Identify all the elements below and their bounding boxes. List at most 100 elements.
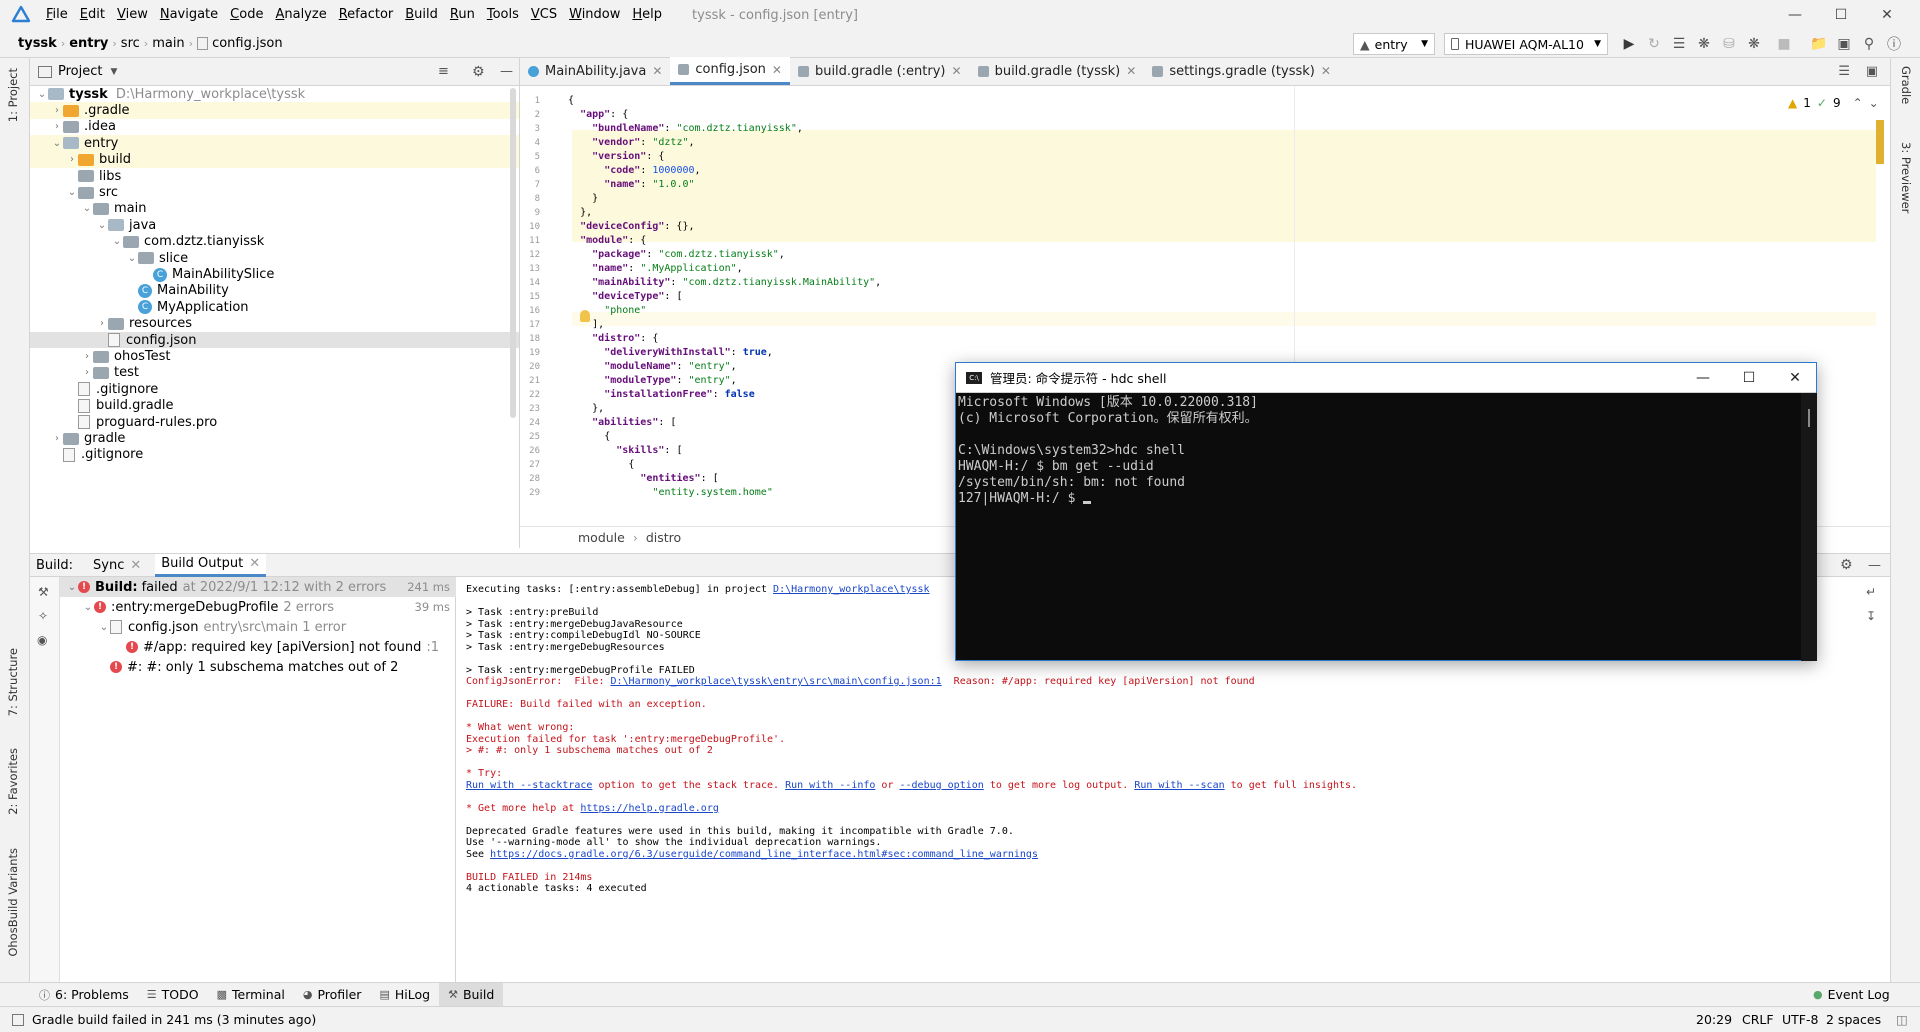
run-icon[interactable]: ▶ — [1620, 35, 1638, 53]
menu-refactor[interactable]: Refactor — [333, 0, 400, 30]
inspection-widget[interactable]: ▲ 1 ✓ 9 ⌃ ⌄ — [1788, 96, 1879, 110]
close-button[interactable]: ✕ — [1864, 0, 1910, 30]
build-tree-item[interactable]: ⌄ config.json entry\src\main 1 error — [60, 617, 456, 637]
chevron-down-icon[interactable]: ⌄ — [66, 187, 78, 198]
breadcrumb-item[interactable]: entry — [65, 36, 112, 51]
project-tree-item[interactable]: ⌄ tyssk D:\Harmony_workplace\tyssk — [30, 86, 519, 102]
project-tree-item[interactable]: .gitignore — [30, 381, 519, 397]
close-icon[interactable]: ✕ — [772, 63, 782, 77]
menu-help[interactable]: Help — [626, 0, 668, 30]
pin-icon[interactable]: ✧ — [38, 609, 48, 623]
minimize-button[interactable]: — — [1772, 0, 1818, 30]
tab-problems[interactable]: ⓘ 6: Problems — [30, 983, 138, 1007]
coverage-icon[interactable]: ⛁ — [1720, 35, 1738, 53]
tab-gradle[interactable]: Gradle — [1899, 66, 1913, 104]
editor-breadcrumb-distro[interactable]: distro — [646, 530, 681, 545]
soft-wrap-icon[interactable]: ↵ — [1866, 585, 1876, 599]
cmd-scrollbar-thumb[interactable] — [1808, 409, 1810, 427]
chevron-down-icon[interactable]: ⌄ — [66, 582, 78, 593]
build-output-link[interactable]: Run with --scan — [1134, 780, 1224, 791]
tab-project[interactable]: 1: Project — [6, 68, 20, 122]
project-tree-item[interactable]: build.gradle — [30, 398, 519, 414]
file-encoding[interactable]: UTF-8 — [1782, 1012, 1818, 1027]
help-icon[interactable]: ⓘ — [1885, 35, 1903, 53]
project-tree-item[interactable]: ⌄ slice — [30, 250, 519, 266]
device-manager-icon[interactable]: ▣ — [1835, 35, 1853, 53]
chevron-down-icon[interactable]: ⌄ — [81, 203, 93, 214]
menu-vcs[interactable]: VCS — [525, 0, 563, 30]
editor-tab[interactable]: build.gradle (tyssk) ✕ — [970, 57, 1145, 85]
search-icon[interactable]: ⚲ — [1860, 35, 1878, 53]
build-tree-item[interactable]: ! #: #: only 1 subschema matches out of 2 — [60, 657, 456, 677]
chevron-right-icon[interactable]: › — [51, 433, 63, 444]
close-icon[interactable]: ✕ — [952, 64, 962, 78]
cmd-maximize-button[interactable]: ☐ — [1726, 363, 1772, 393]
project-structure-icon[interactable]: 📁 — [1810, 35, 1828, 53]
build-output-link[interactable]: https://docs.gradle.org/6.3/userguide/co… — [490, 849, 1038, 860]
device-select[interactable]: HUAWEI AQM-AL10 ▼ — [1444, 33, 1608, 55]
caret-position[interactable]: 20:29 — [1696, 1012, 1732, 1027]
chevron-down-icon[interactable]: ⌄ — [1869, 96, 1879, 110]
run-config-select[interactable]: ▲ entry ▼ — [1353, 33, 1435, 55]
hide-panel-icon[interactable]: — — [500, 64, 513, 79]
editor-tab[interactable]: settings.gradle (tyssk) ✕ — [1144, 57, 1339, 85]
project-tree-item[interactable]: › test — [30, 365, 519, 381]
tab-profiler[interactable]: ◕ Profiler — [294, 983, 371, 1007]
close-icon[interactable]: ✕ — [1321, 64, 1331, 78]
breadcrumb-item[interactable]: main — [148, 36, 188, 51]
project-tree-item[interactable]: .gitignore — [30, 447, 519, 463]
build-tree-item[interactable]: ! #/app: required key [apiVersion] not fo… — [60, 637, 456, 657]
project-tree-item[interactable]: ⌄ main — [30, 201, 519, 217]
build-output-link[interactable]: Run with --info — [785, 780, 875, 791]
eye-icon[interactable]: ◉ — [37, 633, 47, 647]
lock-icon[interactable]: ◫ — [1896, 1012, 1908, 1027]
build-output-link[interactable]: Run with --stacktrace — [466, 780, 592, 791]
hammer-icon[interactable]: ⚒ — [38, 585, 49, 599]
tab-structure[interactable]: 7: Structure — [6, 648, 20, 716]
project-scrollbar[interactable] — [510, 88, 516, 418]
breadcrumb-item[interactable]: tyssk — [14, 36, 61, 51]
chevron-up-icon[interactable]: ⌃ — [1853, 96, 1863, 110]
breadcrumb-item[interactable]: src — [117, 36, 144, 51]
menu-analyze[interactable]: Analyze — [269, 0, 332, 30]
project-tree-item[interactable]: › gradle — [30, 430, 519, 446]
chevron-down-icon[interactable]: ⌄ — [36, 89, 48, 100]
menu-code[interactable]: Code — [224, 0, 269, 30]
scroll-to-end-icon[interactable]: ↧ — [1866, 609, 1876, 623]
close-icon[interactable]: ✕ — [652, 64, 662, 78]
project-tree-item[interactable]: › .gradle — [30, 102, 519, 119]
build-output-link[interactable]: D:\Harmony_workplace\tyssk\entry\src\mai… — [611, 676, 942, 687]
cmd-scrollbar[interactable] — [1801, 393, 1817, 661]
tab-previewer[interactable]: 3: Previewer — [1899, 142, 1913, 213]
close-icon[interactable]: ✕ — [1126, 64, 1136, 78]
tab-favorites[interactable]: 2: Favorites — [6, 748, 20, 815]
editor-breadcrumb-module[interactable]: module — [578, 530, 625, 545]
rerun-icon[interactable]: ↻ — [1645, 35, 1663, 53]
maximize-button[interactable]: ☐ — [1818, 0, 1864, 30]
tab-ohosbuild-variants[interactable]: OhosBuild Variants — [6, 848, 20, 957]
stop-icon[interactable]: ■ — [1775, 35, 1793, 53]
tab-build-output[interactable]: Build Output ✕ — [155, 553, 267, 577]
project-tree-item[interactable]: ⌄ src — [30, 184, 519, 200]
menu-run[interactable]: Run — [444, 0, 481, 30]
tab-todo[interactable]: ☰ TODO — [138, 983, 208, 1007]
project-tree-item[interactable]: ⌄ com.dztz.tianyissk — [30, 234, 519, 250]
project-tree-item[interactable]: ⌄ java — [30, 217, 519, 233]
menu-build[interactable]: Build — [399, 0, 444, 30]
menu-window[interactable]: Window — [563, 0, 626, 30]
menu-edit[interactable]: Edit — [74, 0, 111, 30]
tab-hilog[interactable]: ▤ HiLog — [370, 983, 439, 1007]
project-tree-item[interactable]: › build — [30, 151, 519, 168]
project-tree-item[interactable]: › resources — [30, 316, 519, 332]
editor-scrollbar-thumb[interactable] — [1876, 120, 1884, 164]
chevron-right-icon[interactable]: › — [66, 154, 78, 165]
chevron-down-icon[interactable]: ▼ — [110, 67, 117, 77]
attach-debugger-icon[interactable]: ❋ — [1745, 35, 1763, 53]
editor-tab[interactable]: build.gradle (:entry) ✕ — [790, 57, 970, 85]
editor-tab[interactable]: MainAbility.java ✕ — [520, 57, 670, 85]
status-message[interactable]: Gradle build failed in 241 ms (3 minutes… — [32, 1012, 316, 1027]
chevron-right-icon[interactable]: › — [81, 351, 93, 362]
cmd-output[interactable]: Microsoft Windows [版本 10.0.22000.318] (c)… — [956, 393, 1801, 661]
close-icon[interactable]: ✕ — [130, 558, 141, 573]
menu-navigate[interactable]: Navigate — [154, 0, 224, 30]
